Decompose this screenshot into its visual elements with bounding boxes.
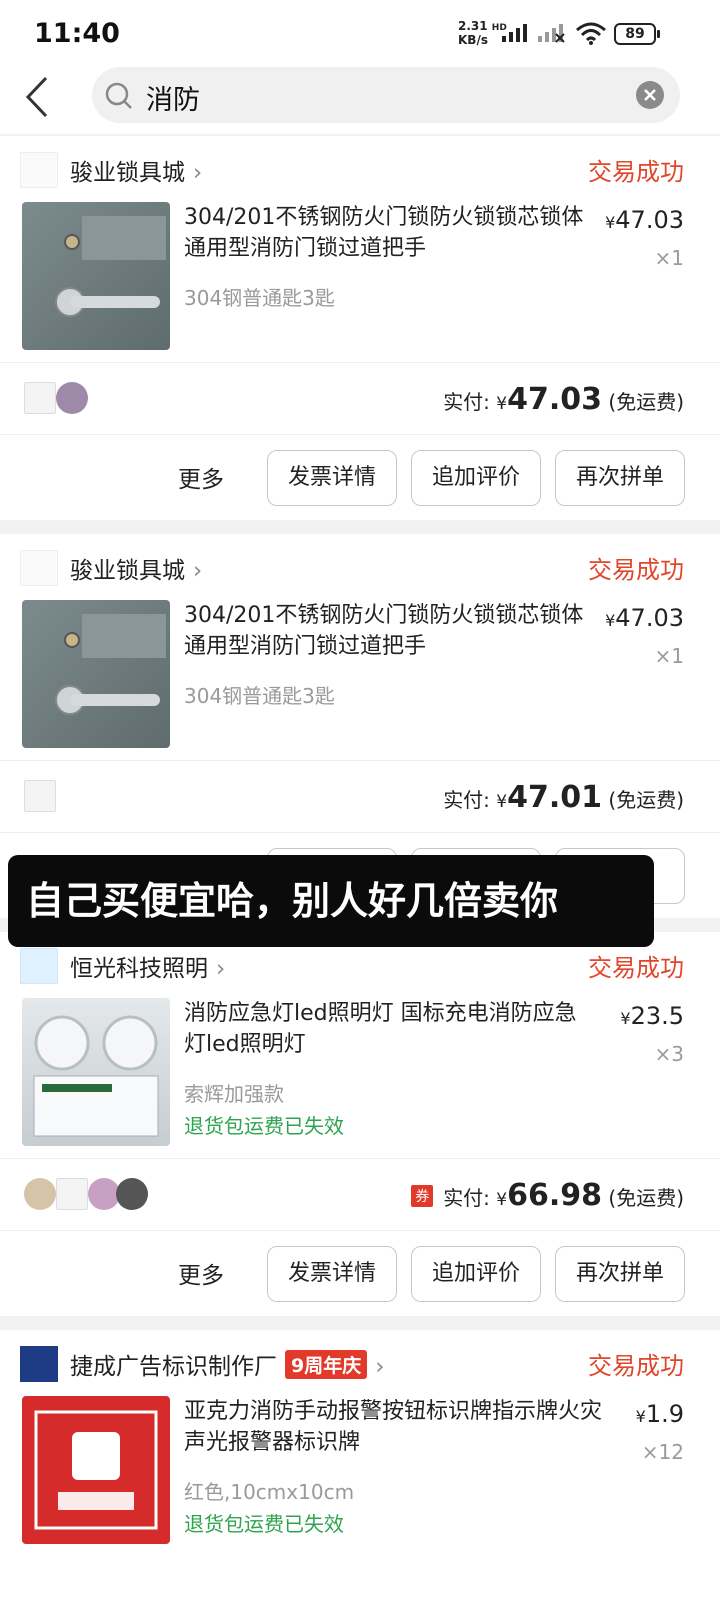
emergency-light-illustration bbox=[33, 1015, 159, 1137]
avatar bbox=[56, 382, 88, 414]
order-status: 交易成功 bbox=[588, 954, 684, 982]
search-header: 消防 bbox=[0, 62, 720, 134]
paid-row: 实付: ¥47.03 (免运费) bbox=[0, 364, 720, 434]
product-qty: ×12 bbox=[641, 1440, 684, 1464]
product-price: ¥23.5 bbox=[620, 1002, 684, 1030]
product-qty: ×1 bbox=[654, 246, 684, 270]
product-sku: 304钢普通匙3匙 bbox=[184, 286, 335, 310]
paid-amount: 券实付: ¥66.98 (免运费) bbox=[411, 1178, 684, 1213]
product-qty: ×3 bbox=[654, 1042, 684, 1066]
shop-name[interactable]: 骏业锁具城 › bbox=[70, 551, 202, 585]
divider bbox=[0, 1158, 720, 1159]
shop-logo bbox=[20, 1346, 58, 1382]
wifi-icon bbox=[576, 22, 606, 45]
product-title[interactable]: 304/201不锈钢防火门锁防火锁锁芯锁体通用型消防门锁过道把手 bbox=[184, 202, 584, 264]
order-card: 骏业锁具城 › 交易成功 304/201不锈钢防火门锁防火锁锁芯锁体通用型消防门锁… bbox=[0, 136, 720, 520]
more-button[interactable]: 更多 bbox=[178, 1256, 224, 1290]
shop-header[interactable]: 捷成广告标识制作厂 9周年庆 › 交易成功 bbox=[0, 1330, 720, 1396]
shop-name[interactable]: 捷成广告标识制作厂 9周年庆 › bbox=[70, 1347, 384, 1381]
chevron-right-icon: › bbox=[375, 1354, 385, 1380]
anniversary-badge: 9周年庆 bbox=[285, 1350, 368, 1379]
back-arrow-icon[interactable] bbox=[18, 72, 62, 122]
return-shipping-notice: 退货包运费已失效 bbox=[184, 1512, 344, 1536]
product-image[interactable] bbox=[22, 1396, 170, 1544]
more-button[interactable]: 更多 bbox=[178, 460, 224, 494]
add-review-button[interactable]: 追加评价 bbox=[411, 1246, 541, 1302]
order-status: 交易成功 bbox=[588, 1352, 684, 1380]
shop-name[interactable]: 骏业锁具城 › bbox=[70, 153, 202, 187]
divider bbox=[0, 362, 720, 363]
shop-header[interactable]: 骏业锁具城 › 交易成功 bbox=[0, 136, 720, 202]
product-sku: 红色,10cmx10cm bbox=[184, 1480, 355, 1504]
shop-logo bbox=[20, 550, 58, 586]
signal-2-icon bbox=[538, 24, 565, 43]
signal-icon bbox=[502, 24, 527, 42]
avatar bbox=[116, 1178, 148, 1210]
product-sku: 索辉加强款 bbox=[184, 1082, 284, 1106]
product-price: ¥47.03 bbox=[605, 604, 684, 632]
paid-amount: 实付: ¥47.03 (免运费) bbox=[443, 382, 684, 417]
battery-indicator: 89 bbox=[614, 23, 660, 45]
chevron-right-icon: › bbox=[216, 956, 226, 982]
order-status: 交易成功 bbox=[588, 556, 684, 584]
order-card: 恒光科技照明 › 交易成功 消防应急灯led照明灯 国标充电消防应急灯led照明灯… bbox=[0, 932, 720, 1316]
paid-row: 实付: ¥47.01 (免运费) bbox=[0, 762, 720, 832]
product-image[interactable] bbox=[22, 202, 170, 350]
shop-logo bbox=[20, 948, 58, 984]
search-icon bbox=[105, 82, 132, 109]
add-review-button[interactable]: 追加评价 bbox=[411, 450, 541, 506]
chevron-right-icon: › bbox=[193, 558, 203, 584]
action-row: 更多 发票详情 追加评价 再次拼单 bbox=[0, 1232, 720, 1318]
door-lock-illustration bbox=[55, 614, 166, 715]
product-sku: 304钢普通匙3匙 bbox=[184, 684, 335, 708]
order-status: 交易成功 bbox=[588, 158, 684, 186]
door-lock-illustration bbox=[55, 216, 166, 317]
search-query[interactable]: 消防 bbox=[146, 78, 200, 117]
divider bbox=[0, 434, 720, 435]
action-row: 更多 发票详情 追加评价 再次拼单 bbox=[0, 436, 720, 522]
product-price: ¥1.9 bbox=[635, 1400, 684, 1428]
avatar bbox=[24, 382, 56, 414]
paid-amount: 实付: ¥47.01 (免运费) bbox=[443, 780, 684, 815]
coupon-badge: 券 bbox=[411, 1185, 434, 1207]
avatar bbox=[24, 780, 56, 812]
reorder-button[interactable]: 再次拼单 bbox=[555, 1246, 685, 1302]
search-input[interactable]: 消防 bbox=[92, 67, 680, 123]
shop-header[interactable]: 骏业锁具城 › 交易成功 bbox=[0, 534, 720, 600]
paid-row: 券实付: ¥66.98 (免运费) bbox=[0, 1160, 720, 1230]
alarm-sign-illustration bbox=[34, 1410, 158, 1530]
divider bbox=[0, 832, 720, 833]
product-image[interactable] bbox=[22, 600, 170, 748]
avatar bbox=[24, 1178, 56, 1210]
clear-icon[interactable] bbox=[636, 81, 664, 109]
divider bbox=[0, 1230, 720, 1231]
product-title[interactable]: 304/201不锈钢防火门锁防火锁锁芯锁体通用型消防门锁过道把手 bbox=[184, 600, 584, 662]
order-card: 捷成广告标识制作厂 9周年庆 › 交易成功 亚克力消防手动报警按钮标识牌指示牌火灾声… bbox=[0, 1330, 720, 1600]
reorder-button[interactable]: 再次拼单 bbox=[555, 450, 685, 506]
status-bar: 11:40 2.31 HD KB/s 89 bbox=[0, 0, 720, 62]
divider bbox=[0, 760, 720, 761]
chevron-right-icon: › bbox=[193, 160, 203, 186]
avatar bbox=[56, 1178, 88, 1210]
video-caption-overlay: 自己买便宜哈，别人好几倍卖你 bbox=[8, 855, 654, 947]
status-time: 11:40 bbox=[34, 18, 120, 49]
product-title[interactable]: 消防应急灯led照明灯 国标充电消防应急灯led照明灯 bbox=[184, 998, 584, 1060]
shop-name[interactable]: 恒光科技照明 › bbox=[70, 949, 225, 983]
invoice-details-button[interactable]: 发票详情 bbox=[267, 450, 397, 506]
invoice-details-button[interactable]: 发票详情 bbox=[267, 1246, 397, 1302]
product-image[interactable] bbox=[22, 998, 170, 1146]
return-shipping-notice: 退货包运费已失效 bbox=[184, 1114, 344, 1138]
product-title[interactable]: 亚克力消防手动报警按钮标识牌指示牌火灾声光报警器标识牌 bbox=[184, 1396, 614, 1458]
product-qty: ×1 bbox=[654, 644, 684, 668]
product-price: ¥47.03 bbox=[605, 206, 684, 234]
shop-logo bbox=[20, 152, 58, 188]
